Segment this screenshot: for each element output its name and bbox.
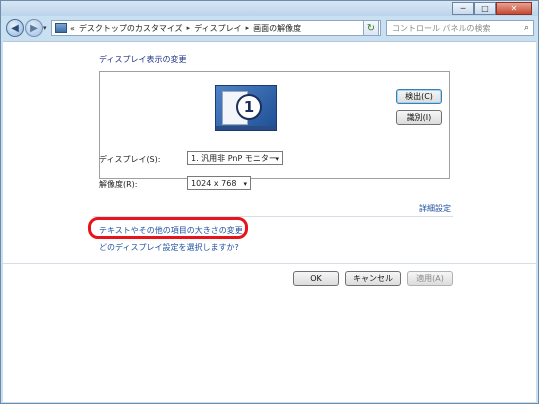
forward-button[interactable]: ▶ <box>25 19 43 37</box>
display-select-value: 1. 汎用非 PnP モニター <box>191 153 277 163</box>
breadcrumb-display[interactable]: ディスプレイ <box>194 23 241 34</box>
chevron-down-icon: ▾ <box>275 155 279 163</box>
search-input[interactable]: コントロール パネルの検索 ⌕ <box>386 20 534 36</box>
navigation-bar: ◀ ▶ ▾ « デスクトップのカスタマイズ ▸ ディスプレイ ▸ 画面の解像度 … <box>1 17 538 39</box>
taskbar-preview <box>216 126 276 130</box>
advanced-settings-link[interactable]: 詳細設定 <box>419 203 451 214</box>
breadcrumb-overflow[interactable]: « <box>70 24 75 33</box>
page-title: ディスプレイ表示の変更 <box>99 55 187 64</box>
identify-button[interactable]: 識別(I) <box>396 110 442 125</box>
ok-button[interactable]: OK <box>293 271 339 286</box>
display-label: ディスプレイ(S): <box>99 155 161 164</box>
breadcrumb-customize-desktop[interactable]: デスクトップのカスタマイズ <box>79 23 183 34</box>
monitor-1-icon[interactable]: 1 <box>215 85 277 131</box>
chevron-down-icon: ▾ <box>243 180 247 188</box>
resolution-label: 解像度(R): <box>99 180 138 189</box>
title-bar: ─ □ ✕ <box>1 1 538 16</box>
recent-pages-dropdown-icon[interactable]: ▾ <box>43 24 47 32</box>
window-frame: ─ □ ✕ ◀ ▶ ▾ « デスクトップのカスタマイズ ▸ ディスプレイ ▸ 画… <box>0 0 539 404</box>
refresh-button[interactable]: ↻ <box>363 20 379 36</box>
resolution-select-value: 1024 x 768 <box>191 178 237 188</box>
resolution-select[interactable]: 1024 x 768 ▾ <box>187 176 251 190</box>
search-placeholder: コントロール パネルの検索 <box>392 23 491 33</box>
highlight-annotation <box>88 217 248 239</box>
forward-arrow-icon: ▶ <box>30 22 38 34</box>
apply-button[interactable]: 適用(A) <box>407 271 453 286</box>
display-select[interactable]: 1. 汎用非 PnP モニター ▾ <box>187 151 283 165</box>
refresh-icon: ↻ <box>366 22 376 34</box>
minimize-button[interactable]: ─ <box>452 2 474 15</box>
breadcrumb-screen-resolution[interactable]: 画面の解像度 <box>253 23 301 34</box>
breadcrumb-separator-icon[interactable]: ▸ <box>246 24 250 32</box>
search-icon[interactable]: ⌕ <box>524 23 529 33</box>
back-arrow-icon: ◀ <box>11 22 19 34</box>
caption-buttons: ─ □ ✕ <box>452 2 532 15</box>
monitor-number: 1 <box>236 94 262 120</box>
cancel-button[interactable]: キャンセル <box>345 271 401 286</box>
back-button[interactable]: ◀ <box>6 19 24 37</box>
address-bar[interactable]: « デスクトップのカスタマイズ ▸ ディスプレイ ▸ 画面の解像度 ▾ <box>51 20 381 36</box>
footer-divider <box>3 263 536 264</box>
detect-button[interactable]: 検出(C) <box>396 89 442 104</box>
close-button[interactable]: ✕ <box>496 2 532 15</box>
maximize-button[interactable]: □ <box>474 2 496 15</box>
breadcrumb-separator-icon[interactable]: ▸ <box>187 24 191 32</box>
control-panel-icon <box>55 23 67 33</box>
which-settings-link[interactable]: どのディスプレイ設定を選択しますか? <box>99 242 239 253</box>
content-area: ディスプレイ表示の変更 1 検出(C) 識別(I) ディスプレイ(S): 1. … <box>3 41 536 402</box>
